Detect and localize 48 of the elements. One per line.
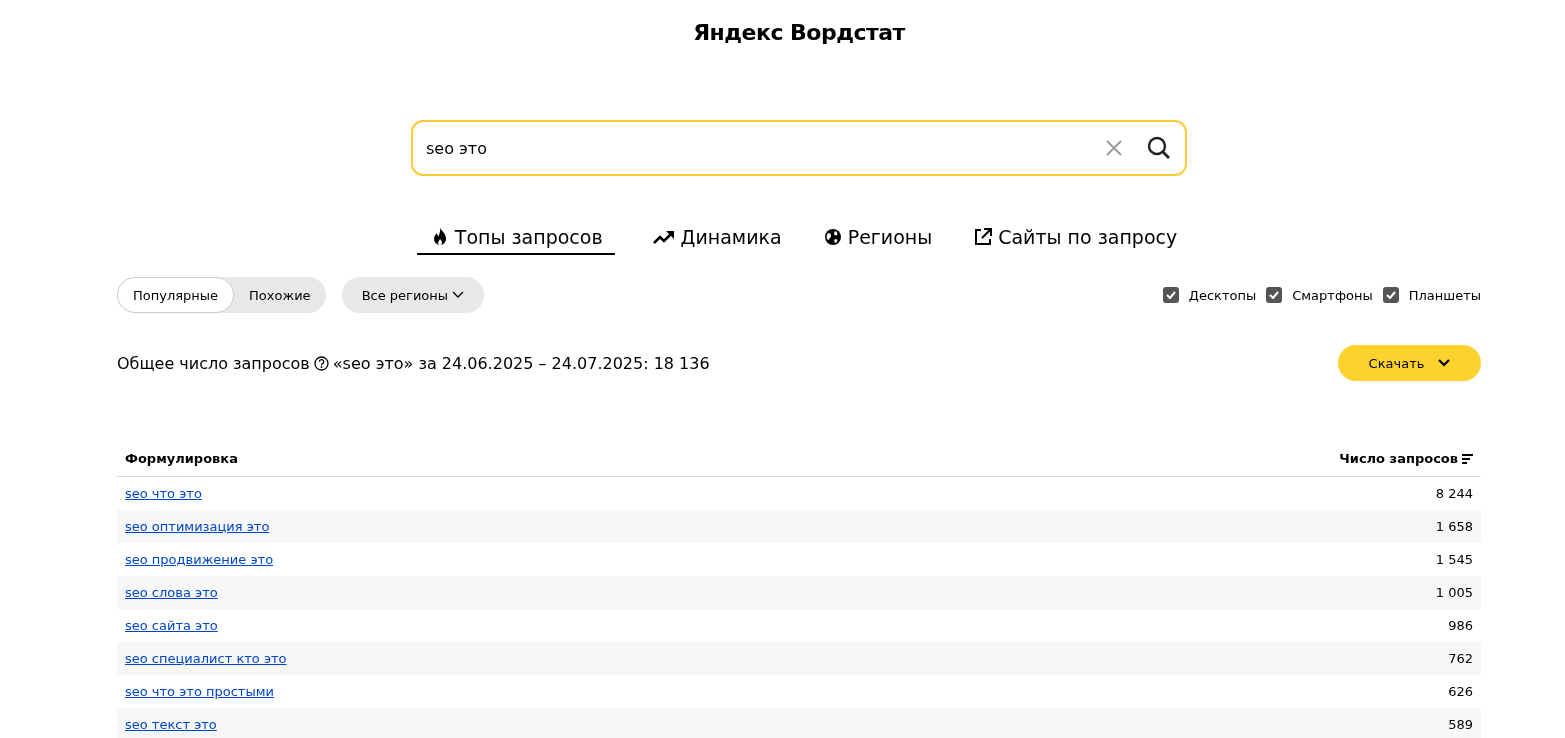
phrase-link[interactable]: seo продвижение это [125,552,274,567]
globe-icon [823,228,842,246]
count-cell: 1 545 [1435,552,1473,567]
total-text: «seo это» за 24.06.2025 – 24.07.2025: 18 136 [332,353,710,373]
tab[interactable]: Динамика [638,224,786,255]
tab[interactable]: Сайты по запросу [960,224,1182,255]
help-icon[interactable] [313,355,329,371]
count-cell: 1 005 [1435,585,1473,600]
phrase-link[interactable]: seo текст это [125,717,217,732]
column-header[interactable]: Число запросов [1339,451,1458,466]
tab[interactable]: Регионы [809,224,937,255]
count-cell: 589 [1448,717,1473,732]
phrase-link[interactable]: seo что это простыми [125,684,274,699]
page-title: Яндекс Вордстат [692,19,907,45]
search-field[interactable]: seo это [411,120,1187,176]
mode-option[interactable]: Похожие [234,277,326,313]
sort-icon[interactable] [1462,453,1473,464]
close-icon[interactable] [1106,140,1122,156]
checkbox[interactable] [1266,287,1283,303]
phrase-link[interactable]: seo что это [125,486,202,501]
chevron-icon [452,291,465,299]
search-icon[interactable] [1147,136,1171,160]
check-icon [1269,291,1280,299]
region-dropdown[interactable]: Все регионы [341,277,485,313]
check-icon [1385,291,1396,299]
phrase-link[interactable]: seo оптимизация это [125,519,270,534]
column-header: Формулировка [125,451,238,466]
external-link-icon [974,228,993,246]
count-cell: 986 [1448,618,1473,633]
total-label: Общее число запросов [117,353,310,373]
count-cell: 626 [1448,684,1473,699]
phrase-link[interactable]: seo специалист кто это [125,651,287,666]
checkbox-label[interactable]: Смартфоны [1292,287,1373,303]
checkbox-label[interactable]: Десктопы [1188,287,1257,303]
checkbox[interactable] [1162,287,1179,303]
tab[interactable]: Топы запросов [416,224,615,255]
check-icon [1165,291,1176,299]
trend-arrow-icon [652,229,675,245]
count-cell: 1 658 [1435,519,1473,534]
phrase-link[interactable]: seo сайта это [125,618,218,633]
count-cell: 762 [1448,651,1473,666]
count-cell: 8 244 [1435,486,1473,501]
phrase-link[interactable]: seo слова это [125,585,218,600]
chevron-icon [1438,359,1451,367]
download-button[interactable]: Скачать [1338,345,1481,381]
checkbox[interactable] [1382,287,1399,303]
mode-option[interactable]: Популярные [117,277,235,313]
checkbox-label[interactable]: Планшеты [1408,287,1481,303]
